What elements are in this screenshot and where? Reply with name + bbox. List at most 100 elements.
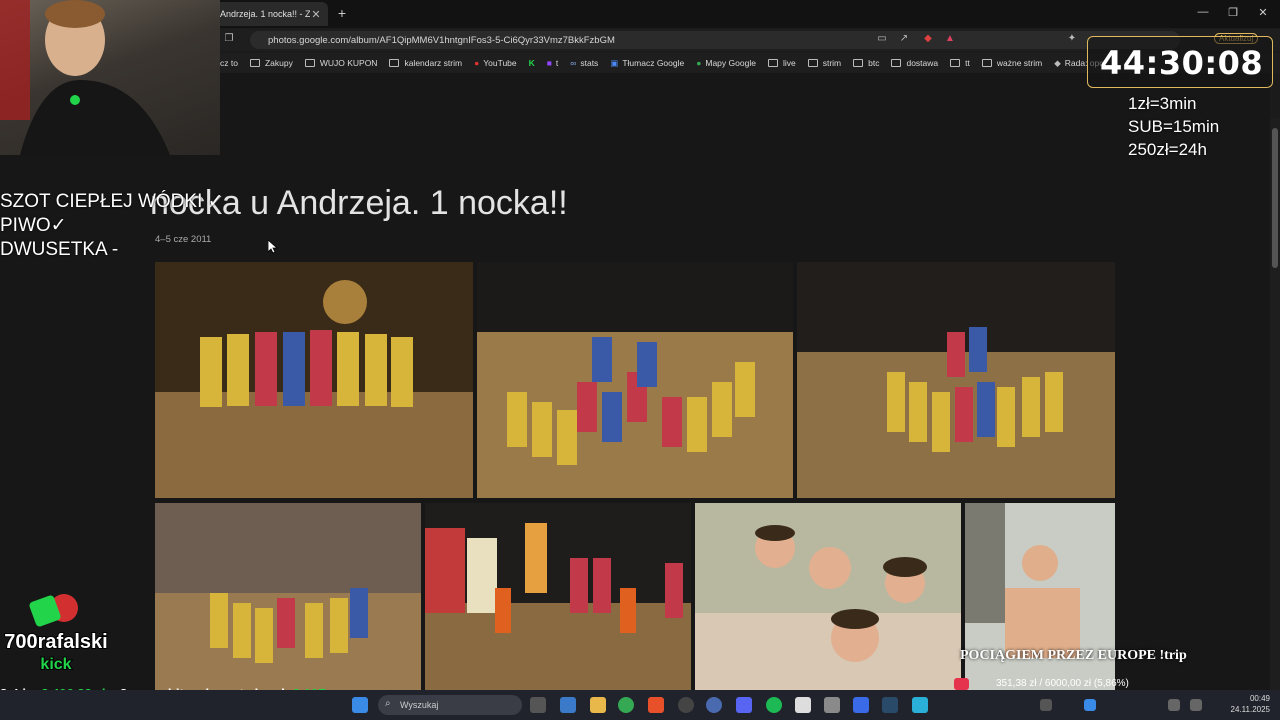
folder-icon [950, 59, 961, 67]
tab-close-icon[interactable]: ✕ [310, 8, 322, 21]
discord-icon[interactable] [736, 697, 752, 713]
svg-text:kick: kick [40, 656, 71, 673]
folder-icon [304, 59, 315, 67]
url-text: photos.google.com/album/AF1QipMM6V1hntgn… [268, 34, 615, 46]
drop-icon: ◆ [1054, 57, 1061, 68]
app-icon[interactable] [853, 697, 869, 713]
youtube-icon: ● [474, 58, 480, 68]
mouse-cursor-icon [268, 240, 278, 254]
bookmark-icon[interactable]: ❐ [222, 33, 236, 44]
tab-title: Andrzeja. 1 nocka!! - Zdj [220, 9, 310, 19]
maximize-button[interactable]: ❐ [1226, 6, 1240, 19]
spotify-icon[interactable] [766, 697, 782, 713]
bluetooth-icon[interactable] [1084, 699, 1096, 711]
taskbar-search[interactable]: ⌕ Wyszukaj [378, 695, 522, 715]
bookmark-item[interactable]: strim [807, 58, 841, 68]
bookmark-item[interactable]: ▣ Tłumacz Google [610, 58, 684, 69]
trip-goal-title: POCIĄGIEM PRZEZ EUROPE !trip [960, 648, 1187, 663]
bookmark-item[interactable]: cz to [220, 58, 238, 68]
bookmark-item[interactable]: WUJO KUPON [304, 58, 377, 68]
folder-icon [891, 59, 902, 67]
network-icon[interactable] [1190, 699, 1202, 711]
windows-taskbar: ⌕ Wyszukaj 00:49 24.11.2025 [0, 690, 1280, 720]
brave-shield-icon[interactable]: ◆ [921, 33, 935, 44]
chrome-icon[interactable] [618, 697, 634, 713]
app-icon[interactable] [882, 697, 898, 713]
channel-logo: 700rafalski kick [3, 592, 109, 676]
app-icon[interactable] [795, 697, 811, 713]
app-icon[interactable] [706, 697, 722, 713]
folder-icon [767, 59, 778, 67]
taskbar-clock[interactable]: 00:49 24.11.2025 [1228, 693, 1270, 715]
progress-text: 351,38 zł / 6000,00 zł (5,86%) [996, 678, 1129, 689]
bookmark-item[interactable]: btc [853, 58, 879, 68]
streamer-webcam [0, 0, 220, 155]
bookmark-item[interactable]: ● YouTube [474, 58, 517, 68]
folder-icon [389, 59, 400, 67]
brave-icon[interactable] [648, 697, 664, 713]
search-placeholder: Wyszukaj [400, 700, 439, 710]
rate-item: SUB=15min [1128, 117, 1220, 136]
bookmark-item[interactable]: K [529, 58, 535, 68]
bookmark-item[interactable]: ważne strim [981, 58, 1042, 68]
widgets-icon[interactable] [560, 697, 576, 713]
photo-3[interactable] [797, 262, 1115, 498]
goal-item: PIWO✓ [0, 215, 67, 236]
tab-google-photos[interactable]: Andrzeja. 1 nocka!! - Zdj ✕ [214, 2, 328, 26]
folder-icon [807, 59, 818, 67]
screen: nocka u Andrzeja. 1 nocka!! 4–5 cze 2011 [0, 0, 1280, 720]
bookmark-item[interactable]: ● Mapy Google [696, 58, 756, 68]
bookmark-item[interactable]: dostawa [891, 58, 938, 68]
bookmark-item[interactable]: tt [950, 58, 970, 68]
folder-icon [981, 59, 992, 67]
bookmark-item[interactable]: Zakupy [249, 58, 293, 68]
folder-icon [853, 59, 864, 67]
minimize-button[interactable]: — [1196, 6, 1210, 18]
bookmark-item[interactable]: ■ t [547, 58, 559, 68]
close-window-button[interactable]: ✕ [1256, 6, 1270, 19]
photo-5[interactable] [425, 503, 691, 690]
task-view-icon[interactable] [530, 697, 546, 713]
extensions-icon[interactable]: ✦ [1065, 33, 1079, 44]
bookmark-item[interactable]: kalendarz strim [389, 58, 462, 68]
progress-fill [954, 678, 969, 690]
tray-icon[interactable] [1040, 699, 1052, 711]
subathon-timer: 44:30:08 [1100, 44, 1264, 82]
volume-icon[interactable] [1168, 699, 1180, 711]
search-icon: ⌕ [385, 698, 391, 709]
svg-text:700rafalski: 700rafalski [4, 631, 107, 653]
page-scrollbar[interactable] [1270, 118, 1280, 690]
url-field[interactable]: photos.google.com/album/AF1QipMM6V1hntgn… [250, 31, 1180, 49]
photo-2[interactable] [477, 262, 793, 498]
rate-item: 1zł=3min [1128, 94, 1197, 113]
photo-1[interactable] [155, 262, 473, 498]
timer-rates: 1zł=3min SUB=15min 250zł=24h [1128, 92, 1219, 161]
scroll-thumb[interactable] [1272, 128, 1278, 268]
kick-icon: K [528, 58, 535, 68]
cast-icon[interactable]: ▭ [875, 33, 889, 44]
file-explorer-icon[interactable] [590, 697, 606, 713]
goal-item: SZOT CIEPŁEJ WÓDKI ✓ [0, 191, 224, 212]
start-icon[interactable] [352, 697, 368, 713]
photo-6[interactable] [695, 503, 961, 690]
rate-item: 250zł=24h [1128, 140, 1207, 159]
notepad-icon[interactable] [912, 697, 928, 713]
maps-icon: ● [696, 58, 702, 68]
bookmark-item[interactable]: ∞ stats [570, 58, 598, 68]
calculator-icon[interactable] [824, 697, 840, 713]
trip-goal-progress: 351,38 zł / 6000,00 zł (5,86%) [954, 678, 1210, 690]
rewards-icon[interactable]: ▲ [943, 33, 957, 44]
obs-icon[interactable] [678, 697, 694, 713]
translate-icon: ▣ [610, 57, 619, 68]
new-tab-button[interactable]: + [334, 5, 350, 21]
clock-time: 00:49 [1249, 694, 1270, 703]
share-icon[interactable]: ↗ [897, 33, 911, 44]
goal-item: DWUSETKA - [0, 239, 119, 260]
photo-4[interactable] [155, 503, 421, 690]
stream-goals: SZOT CIEPŁEJ WÓDKI ✓ PIWO✓ DWUSETKA - [0, 190, 224, 262]
clock-date: 24.11.2025 [1230, 705, 1270, 714]
twitch-icon: ■ [546, 58, 552, 68]
bookmark-item[interactable]: live [767, 58, 796, 68]
folder-icon [249, 59, 260, 67]
stats-icon: ∞ [570, 58, 577, 68]
